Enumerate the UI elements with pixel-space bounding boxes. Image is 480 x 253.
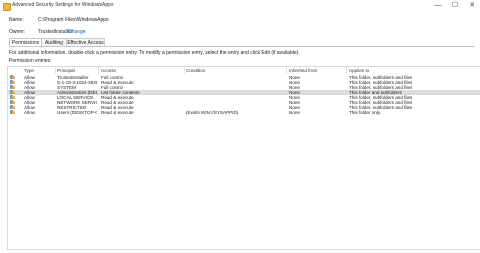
users-icon xyxy=(10,85,15,89)
minimize-button[interactable]: — xyxy=(430,0,446,14)
window-title: Advanced Security Settings for WindowsAp… xyxy=(12,2,114,8)
column-divider[interactable] xyxy=(346,67,347,74)
folder-icon xyxy=(3,3,11,11)
inherited-cell: None xyxy=(289,110,300,115)
name-value: C:\Program Files\WindowsApps xyxy=(38,17,109,23)
users-icon xyxy=(10,110,15,114)
column-header-type[interactable]: Type xyxy=(24,68,34,73)
name-label: Name: xyxy=(9,17,24,23)
applies-cell: This folder only xyxy=(349,110,381,115)
tab-divider xyxy=(9,46,475,47)
column-header-access[interactable]: Access xyxy=(101,68,116,73)
maximize-button[interactable]: ☐ xyxy=(447,0,463,14)
users-icon xyxy=(10,90,15,94)
users-icon xyxy=(10,80,15,84)
condition-cell: (Exists WIN://SYSAPPID) xyxy=(186,110,239,115)
list-header: Type Principal Access Condition Inherite… xyxy=(8,67,480,75)
access-cell: Read & execute xyxy=(101,110,134,115)
column-divider[interactable] xyxy=(184,67,185,74)
column-header-inherited-from[interactable]: Inherited from xyxy=(289,68,317,73)
column-divider[interactable] xyxy=(55,67,56,74)
owner-label: Owner: xyxy=(9,29,26,35)
users-icon xyxy=(10,105,15,109)
users-icon xyxy=(10,95,15,99)
principal-cell: Users (DESKTOP-C7... xyxy=(57,110,97,115)
column-divider[interactable] xyxy=(98,67,99,74)
table-row[interactable]: Allow Users (DESKTOP-C7... Read & execut… xyxy=(8,110,480,115)
title-bar: Advanced Security Settings for WindowsAp… xyxy=(0,0,480,14)
column-header-condition[interactable]: Condition xyxy=(186,68,205,73)
change-owner-link[interactable]: Change xyxy=(68,29,86,35)
permission-entries-label: Permission entries: xyxy=(9,58,52,64)
close-button[interactable]: ✕ xyxy=(464,0,480,14)
instructions-text: For additional information, double-click… xyxy=(9,50,300,56)
users-icon xyxy=(10,75,15,79)
type-cell: Allow xyxy=(24,110,35,115)
column-header-principal[interactable]: Principal xyxy=(57,68,75,73)
permission-entries-list[interactable]: Type Principal Access Condition Inherite… xyxy=(7,66,480,250)
column-divider[interactable] xyxy=(286,67,287,74)
users-icon xyxy=(10,100,15,104)
column-header-applies-to[interactable]: Applies to xyxy=(349,68,369,73)
